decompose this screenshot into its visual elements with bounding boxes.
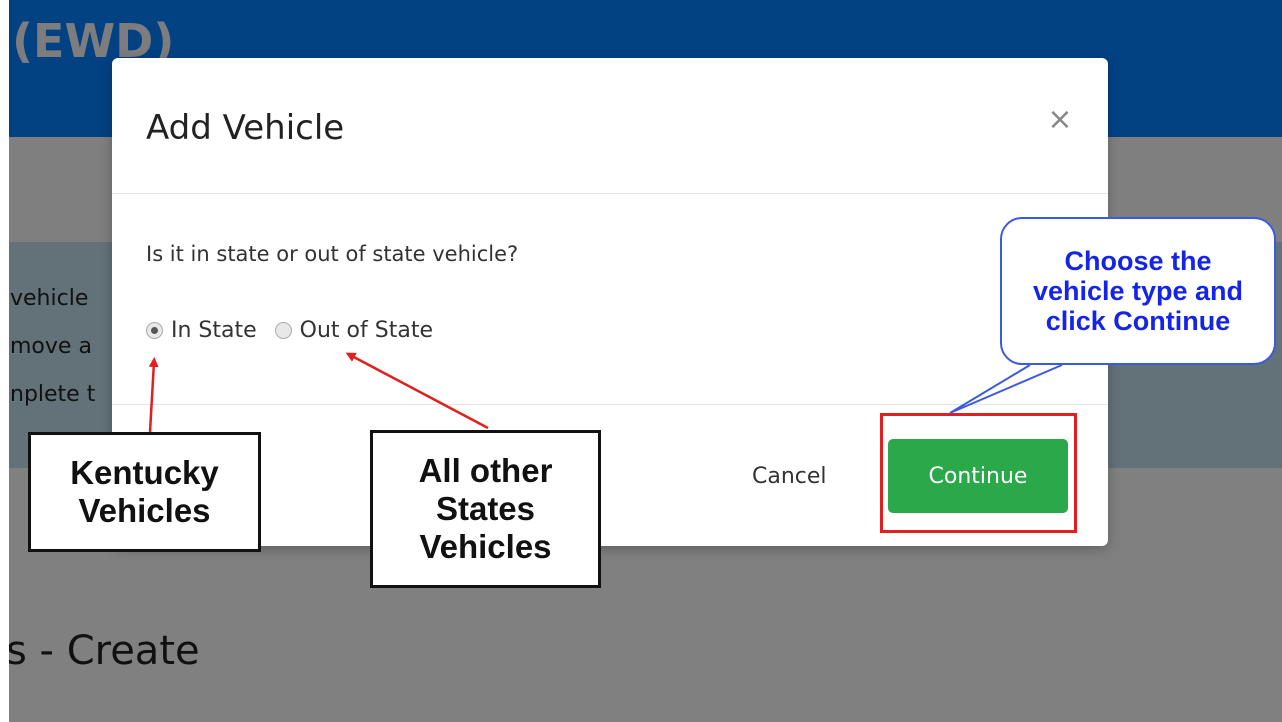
kentucky-label-line: Kentucky [70, 454, 219, 491]
other-label-line: All other [418, 452, 553, 489]
out-of-state-radio-label[interactable]: Out of State [300, 318, 433, 343]
continue-highlight-box [880, 413, 1077, 533]
cancel-button[interactable]: Cancel [752, 464, 827, 489]
modal-footer-divider [112, 404, 1108, 405]
background-info-line: move a [10, 334, 92, 359]
background-page-title: s - Create [6, 628, 200, 674]
callout-line: vehicle type and [1032, 276, 1244, 306]
in-state-radio-label[interactable]: In State [171, 318, 257, 343]
background-info-line: nplete t [10, 382, 96, 407]
kentucky-label-line: Vehicles [78, 492, 211, 529]
radio-unchecked-icon[interactable] [274, 322, 292, 339]
callout-line: click Continue [1045, 306, 1231, 336]
background-info-text: vehicle move a nplete t [10, 275, 95, 419]
callout-line: Choose the [1064, 246, 1212, 276]
vehicle-state-question: Is it in state or out of state vehicle? [146, 242, 519, 266]
background-left-edge [0, 0, 9, 722]
other-label-line: Vehicles [419, 528, 552, 565]
modal-title: Add Vehicle [146, 108, 345, 148]
other-label-line: States [435, 490, 536, 527]
background-info-line: vehicle [10, 286, 89, 311]
other-states-vehicles-label: All other States Vehicles [370, 430, 601, 588]
radio-checked-icon[interactable] [146, 322, 163, 339]
instruction-callout: Choose the vehicle type and click Contin… [1000, 217, 1276, 365]
kentucky-vehicles-label: Kentucky Vehicles [28, 432, 261, 552]
modal-header: Add Vehicle × [112, 58, 1108, 194]
close-icon[interactable]: × [1042, 100, 1078, 140]
vehicle-state-radio-group: In State Out of State [146, 318, 451, 343]
